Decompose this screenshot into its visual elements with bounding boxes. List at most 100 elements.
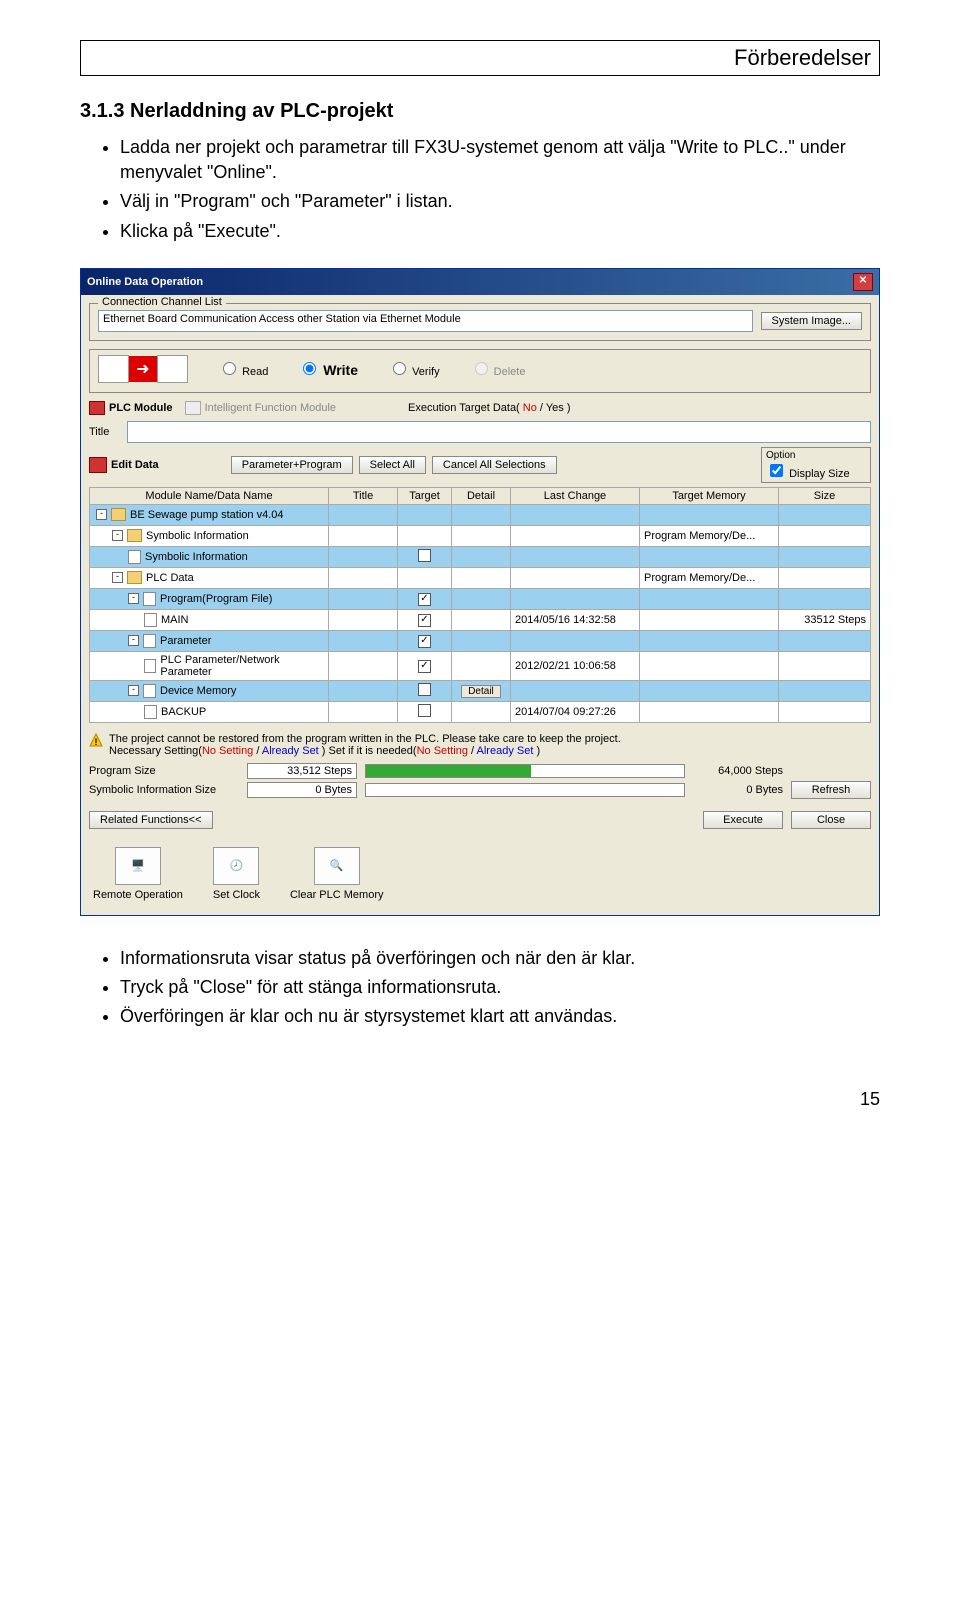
col-mem: Target Memory bbox=[640, 487, 779, 504]
execute-button[interactable]: Execute bbox=[703, 811, 783, 829]
table-row[interactable]: -Program(Program File)✓ bbox=[90, 588, 871, 609]
expand-icon[interactable]: - bbox=[96, 509, 107, 520]
warning-icon: ! bbox=[89, 733, 103, 747]
section-heading: 3.1.3 Nerladdning av PLC-projekt bbox=[80, 100, 880, 123]
program-size-value: 33,512 Steps bbox=[247, 763, 357, 779]
sym-size-bar bbox=[365, 783, 685, 797]
file-icon bbox=[143, 592, 156, 606]
target-checkbox[interactable]: ✓ bbox=[418, 593, 431, 606]
page-header: Förberedelser bbox=[80, 40, 880, 76]
col-title: Title bbox=[329, 487, 398, 504]
program-size-max: 64,000 Steps bbox=[693, 765, 783, 777]
page-number: 15 bbox=[80, 1089, 880, 1110]
title-input[interactable] bbox=[127, 421, 871, 443]
file-icon bbox=[128, 550, 141, 564]
table-row[interactable]: MAIN✓2014/05/16 14:32:5833512 Steps bbox=[90, 609, 871, 630]
table-row[interactable]: PLC Parameter/Network Parameter✓2012/02/… bbox=[90, 651, 871, 680]
expand-icon[interactable]: - bbox=[128, 593, 139, 604]
file-icon bbox=[144, 659, 156, 673]
post-bullet-list: Informationsruta visar status på överför… bbox=[80, 946, 880, 1030]
list-item: Ladda ner projekt och parametrar till FX… bbox=[120, 135, 880, 185]
delete-radio[interactable]: Delete bbox=[470, 359, 526, 378]
refresh-button[interactable]: Refresh bbox=[791, 781, 871, 799]
list-item: Klicka på "Execute". bbox=[120, 219, 880, 244]
target-checkbox[interactable]: ✓ bbox=[418, 660, 431, 673]
related-functions-button[interactable]: Related Functions<< bbox=[89, 811, 213, 829]
table-row[interactable]: -BE Sewage pump station v4.04 bbox=[90, 504, 871, 525]
svg-text:!: ! bbox=[95, 737, 98, 747]
folder-icon bbox=[127, 571, 142, 584]
folder-icon bbox=[111, 508, 126, 521]
exec-target-label: Execution Target Data( No / Yes ) bbox=[408, 402, 571, 414]
read-radio[interactable]: Read bbox=[218, 359, 268, 378]
dialog-titlebar: Online Data Operation ✕ bbox=[81, 269, 879, 295]
target-checkbox[interactable] bbox=[418, 683, 431, 696]
table-row[interactable]: BACKUP2014/07/04 09:27:26 bbox=[90, 701, 871, 722]
connection-channel-input[interactable]: Ethernet Board Communication Access othe… bbox=[98, 310, 753, 332]
edit-data-label: Edit Data bbox=[89, 457, 159, 473]
sym-size-label: Symbolic Information Size bbox=[89, 784, 239, 796]
remote-operation-icon: 🖥️ bbox=[115, 847, 161, 885]
file-icon bbox=[144, 705, 157, 719]
list-item: Informationsruta visar status på överför… bbox=[120, 946, 880, 971]
table-row[interactable]: -PLC DataProgram Memory/De... bbox=[90, 567, 871, 588]
list-item: Tryck på "Close" för att stänga informat… bbox=[120, 975, 880, 1000]
sym-size-max: 0 Bytes bbox=[693, 784, 783, 796]
expand-icon[interactable]: - bbox=[112, 530, 123, 541]
close-icon[interactable]: ✕ bbox=[853, 273, 873, 291]
system-image-button[interactable]: System Image... bbox=[761, 312, 862, 330]
remote-operation-button[interactable]: 🖥️ Remote Operation bbox=[93, 847, 183, 901]
clock-icon: 🕗 bbox=[213, 847, 259, 885]
data-table: Module Name/Data Name Title Target Detai… bbox=[89, 487, 871, 723]
connection-channel-fieldset: Connection Channel List Ethernet Board C… bbox=[89, 303, 871, 341]
write-radio[interactable]: Write bbox=[298, 359, 358, 378]
parameter-program-button[interactable]: Parameter+Program bbox=[231, 456, 353, 474]
tab-plc-module[interactable]: PLC Module bbox=[89, 401, 173, 415]
folder-icon bbox=[127, 529, 142, 542]
col-name: Module Name/Data Name bbox=[90, 487, 329, 504]
select-all-button[interactable]: Select All bbox=[359, 456, 426, 474]
col-target: Target bbox=[398, 487, 452, 504]
program-size-label: Program Size bbox=[89, 765, 239, 777]
expand-icon[interactable]: - bbox=[128, 685, 139, 696]
file-icon bbox=[144, 613, 157, 627]
set-clock-button[interactable]: 🕗 Set Clock bbox=[213, 847, 260, 901]
close-button[interactable]: Close bbox=[791, 811, 871, 829]
col-last: Last Change bbox=[511, 487, 640, 504]
target-checkbox[interactable] bbox=[418, 704, 431, 717]
option-box: Option Display Size bbox=[761, 447, 871, 483]
tab-intelligent-function[interactable]: Intelligent Function Module bbox=[185, 401, 336, 415]
magnifier-icon: 🔍 bbox=[314, 847, 360, 885]
expand-icon[interactable]: - bbox=[112, 572, 123, 583]
cancel-all-button[interactable]: Cancel All Selections bbox=[432, 456, 557, 474]
pre-bullet-list: Ladda ner projekt och parametrar till FX… bbox=[80, 135, 880, 244]
dialog-title: Online Data Operation bbox=[87, 276, 203, 288]
program-size-bar bbox=[365, 764, 685, 778]
online-data-operation-dialog: Online Data Operation ✕ Connection Chann… bbox=[80, 268, 880, 916]
title-label: Title bbox=[89, 426, 119, 438]
table-row[interactable]: Symbolic Information bbox=[90, 546, 871, 567]
table-row[interactable]: -Parameter✓ bbox=[90, 630, 871, 651]
header-text: Förberedelser bbox=[734, 45, 871, 70]
list-item: Överföringen är klar och nu är styrsyste… bbox=[120, 1004, 880, 1029]
transfer-icon: ➜ bbox=[98, 356, 188, 382]
detail-button[interactable]: Detail bbox=[461, 685, 501, 698]
table-row[interactable]: -Symbolic InformationProgram Memory/De..… bbox=[90, 525, 871, 546]
col-size: Size bbox=[779, 487, 871, 504]
target-checkbox[interactable]: ✓ bbox=[418, 614, 431, 627]
table-row[interactable]: -Device MemoryDetail bbox=[90, 680, 871, 701]
clear-plc-memory-button[interactable]: 🔍 Clear PLC Memory bbox=[290, 847, 384, 901]
list-item: Välj in "Program" och "Parameter" i list… bbox=[120, 189, 880, 214]
target-checkbox[interactable] bbox=[418, 549, 431, 562]
ccl-legend: Connection Channel List bbox=[98, 296, 226, 308]
file-icon bbox=[143, 684, 156, 698]
file-icon bbox=[143, 634, 156, 648]
mode-fieldset: ➜ Read Write Verify Delete bbox=[89, 349, 871, 393]
col-detail: Detail bbox=[452, 487, 511, 504]
verify-radio[interactable]: Verify bbox=[388, 359, 440, 378]
warning-row: ! The project cannot be restored from th… bbox=[89, 733, 871, 757]
target-checkbox[interactable]: ✓ bbox=[418, 635, 431, 648]
display-size-checkbox[interactable]: Display Size bbox=[766, 468, 850, 480]
sym-size-value: 0 Bytes bbox=[247, 782, 357, 798]
expand-icon[interactable]: - bbox=[128, 635, 139, 646]
